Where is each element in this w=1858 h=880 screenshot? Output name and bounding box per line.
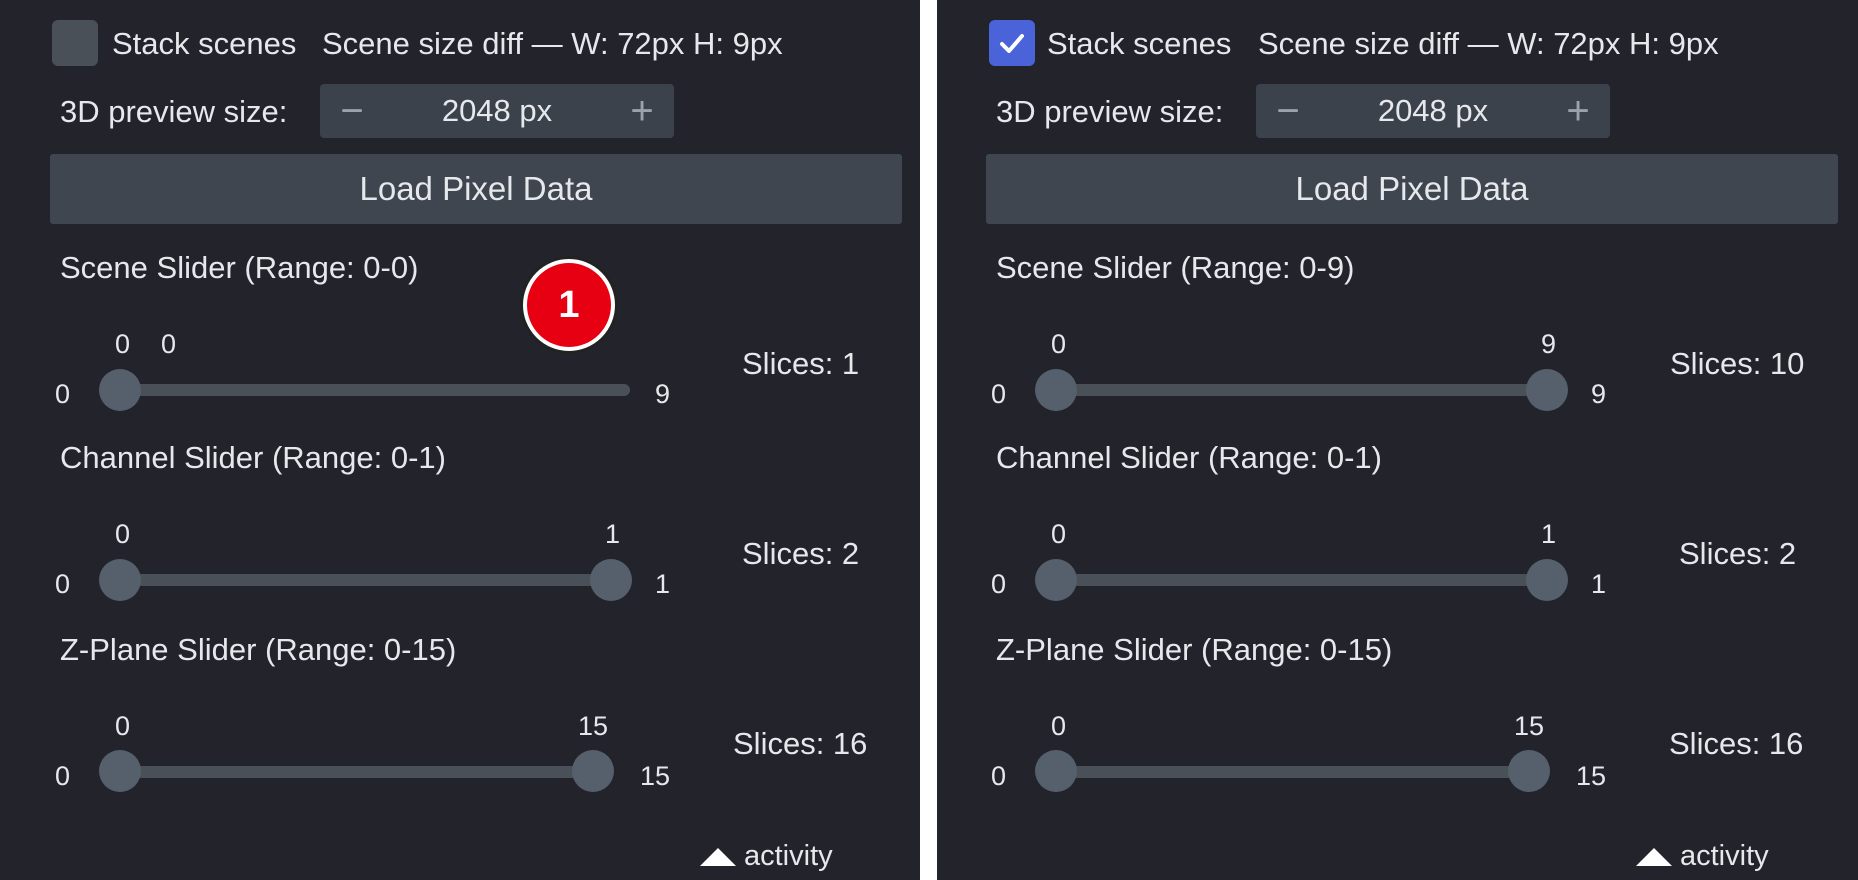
- preview-size-stepper[interactable]: − 2048 px +: [1256, 84, 1610, 138]
- channel-slider-low-thumb[interactable]: [1035, 559, 1077, 601]
- annotation-badge: 1: [523, 259, 615, 351]
- scene-slider-min: 0: [55, 379, 71, 409]
- activity-toggle[interactable]: activity: [700, 838, 833, 874]
- channel-slider-low-value: 0: [1051, 519, 1067, 549]
- scene-slider-high-thumb[interactable]: [1526, 369, 1568, 411]
- channel-slider-max: 1: [655, 569, 671, 599]
- stack-scenes-label: Stack scenes: [112, 26, 297, 61]
- zplane-slider-max: 15: [640, 761, 671, 791]
- zplane-slider-max: 15: [1576, 761, 1607, 791]
- checkmark-icon: [1000, 34, 1024, 53]
- scene-slider-high-value: 0: [161, 329, 177, 359]
- channel-slider-high-value: 1: [1541, 519, 1557, 549]
- scene-slider-thumb[interactable]: [99, 369, 141, 411]
- scene-slider-max: 9: [1591, 379, 1607, 409]
- load-pixel-data-button[interactable]: Load Pixel Data: [986, 154, 1838, 224]
- zplane-slider-title: Z-Plane Slider (Range: 0-15): [60, 632, 457, 667]
- stack-scenes-checkbox[interactable]: [52, 20, 98, 66]
- channel-slider-high-value: 1: [605, 519, 621, 549]
- zplane-slider-low-thumb[interactable]: [1035, 750, 1077, 792]
- channel-slider-min: 0: [55, 569, 71, 599]
- left-panel: Stack scenes Scene size diff — W: 72px H…: [0, 0, 920, 880]
- channel-slider-title: Channel Slider (Range: 0-1): [60, 440, 446, 475]
- zplane-slider-low-value: 0: [1051, 711, 1067, 741]
- zplane-slider-min: 0: [991, 761, 1007, 791]
- caret-up-icon: [700, 848, 736, 867]
- preview-size-label: 3D preview size:: [60, 94, 288, 129]
- zplane-slider-high-value: 15: [578, 711, 609, 741]
- preview-size-value[interactable]: 2048 px: [1256, 91, 1610, 131]
- scene-slider-title: Scene Slider (Range: 0-0): [60, 250, 419, 285]
- zplane-slider-high-value: 15: [1514, 711, 1545, 741]
- zplane-slider-min: 0: [55, 761, 71, 791]
- channel-slider-title: Channel Slider (Range: 0-1): [996, 440, 1382, 475]
- preview-size-label: 3D preview size:: [996, 94, 1224, 129]
- channel-slider-slices: Slices: 2: [1679, 536, 1797, 571]
- scene-slider-title: Scene Slider (Range: 0-9): [996, 250, 1355, 285]
- stack-scenes-label: Stack scenes: [1047, 26, 1232, 61]
- channel-slider-low-value: 0: [115, 519, 131, 549]
- scene-slider-low-value: 0: [1051, 329, 1067, 359]
- channel-slider-track[interactable]: [1042, 574, 1566, 586]
- zplane-slider-slices: Slices: 16: [1669, 726, 1804, 761]
- activity-toggle[interactable]: activity: [1636, 838, 1769, 874]
- caret-up-icon: [1636, 848, 1672, 867]
- channel-slider-slices: Slices: 2: [742, 536, 860, 571]
- preview-size-stepper[interactable]: − 2048 px +: [320, 84, 674, 138]
- scene-slider-track[interactable]: [106, 384, 630, 396]
- increment-button[interactable]: +: [622, 91, 662, 131]
- scene-slider-low-value: 0: [115, 329, 131, 359]
- scene-slider-low-thumb[interactable]: [1035, 369, 1077, 411]
- scene-size-diff: Scene size diff — W: 72px H: 9px: [322, 26, 783, 61]
- stack-scenes-checkbox[interactable]: [989, 20, 1035, 66]
- channel-slider-high-thumb[interactable]: [1526, 559, 1568, 601]
- activity-label: activity: [1680, 840, 1769, 872]
- channel-slider-max: 1: [1591, 569, 1607, 599]
- right-panel: Stack scenes Scene size diff — W: 72px H…: [937, 0, 1858, 880]
- channel-slider-track[interactable]: [106, 574, 630, 586]
- zplane-slider-title: Z-Plane Slider (Range: 0-15): [996, 632, 1393, 667]
- zplane-slider-low-value: 0: [115, 711, 131, 741]
- activity-label: activity: [744, 840, 833, 872]
- scene-size-diff: Scene size diff — W: 72px H: 9px: [1258, 26, 1719, 61]
- zplane-slider-slices: Slices: 16: [733, 726, 868, 761]
- load-pixel-data-button[interactable]: Load Pixel Data: [50, 154, 902, 224]
- zplane-slider-track[interactable]: [106, 766, 606, 778]
- scene-slider-slices: Slices: 1: [742, 346, 860, 381]
- scene-slider-slices: Slices: 10: [1670, 346, 1805, 381]
- scene-slider-high-value: 9: [1541, 329, 1557, 359]
- channel-slider-high-thumb[interactable]: [590, 559, 632, 601]
- zplane-slider-low-thumb[interactable]: [99, 750, 141, 792]
- zplane-slider-high-thumb[interactable]: [572, 750, 614, 792]
- zplane-slider-high-thumb[interactable]: [1508, 750, 1550, 792]
- channel-slider-low-thumb[interactable]: [99, 559, 141, 601]
- zplane-slider-track[interactable]: [1042, 766, 1542, 778]
- preview-size-value[interactable]: 2048 px: [320, 91, 674, 131]
- scene-slider-max: 9: [655, 379, 671, 409]
- scene-slider-min: 0: [991, 379, 1007, 409]
- increment-button[interactable]: +: [1558, 91, 1598, 131]
- channel-slider-min: 0: [991, 569, 1007, 599]
- scene-slider-track[interactable]: [1042, 384, 1566, 396]
